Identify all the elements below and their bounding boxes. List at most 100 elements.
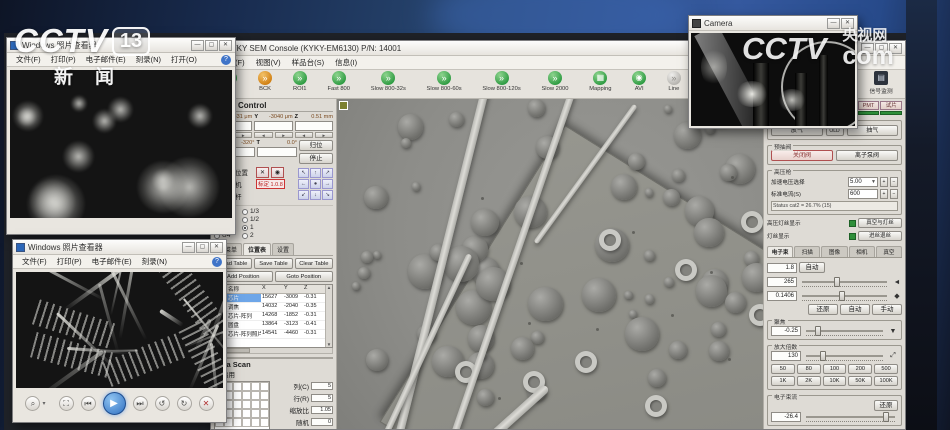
viewer-bottom-close[interactable]: ✕ [210,242,223,253]
fit-to-window-icon[interactable]: ⛶ [59,396,74,411]
magnification-preset-button[interactable]: 1K [771,376,795,386]
viewer-menu-item[interactable]: 刻录(N) [137,255,172,268]
jog-y-right-button[interactable]: ► [275,132,293,138]
viewer-menu-item[interactable]: 打印(P) [52,255,87,268]
viewer-menu-item[interactable]: 文件(F) [17,255,52,268]
viewer-bottom-maximize[interactable]: ▢ [196,242,209,253]
speed-radio[interactable]: 1/3 [242,208,259,215]
toolbar-button[interactable]: ROI1 [282,71,317,92]
close-valve-button[interactable]: 关闭阀 [771,150,833,161]
magnification-preset-button[interactable]: 100K [874,376,898,386]
table-button[interactable]: Clear Table [295,258,333,269]
current-plus-button[interactable]: + [880,189,888,199]
dpad-key[interactable]: ↓ [310,190,321,200]
dpad-key[interactable]: ● [310,179,321,189]
toolbar-button[interactable]: 信号监测 [859,71,903,95]
ion-pump-valve-button[interactable]: 离子泵阀 [836,150,898,161]
magnification-preset-button[interactable]: 50K [848,376,872,386]
table-row[interactable]: 004 圆盘 13864 -3123 -0.41 [215,321,332,330]
toolbar-button[interactable]: Slow 2000 [531,71,579,92]
status-tab[interactable]: PMT [858,101,880,115]
magnification-preset-button[interactable]: 50 [771,364,795,374]
table-row[interactable]: 005 芯片-阵列照片 14541 -4460 -0.31 [215,330,332,339]
speed-radio[interactable]: 1 [242,224,259,231]
stage-tab[interactable]: 设置 [272,243,294,255]
toolbar-button[interactable]: Slow 800-60s [416,71,472,92]
jog-y-left-button[interactable]: ◄ [254,132,272,138]
brightness-slider[interactable] [802,295,887,297]
beam-action-button[interactable]: 还原 [808,304,838,315]
table-horizontal-scrollbar[interactable] [214,348,333,354]
dpad-key[interactable]: → [322,179,333,189]
jog-z-left-button[interactable]: ◄ [295,132,313,138]
toolbar-button[interactable]: Slow 800-120s [472,71,531,92]
magnification-value-input[interactable]: 130 [771,351,801,361]
table-row[interactable]: 001 芯片 15627 -3009 -0.31 [215,294,332,303]
delete-icon[interactable]: ✕ [199,396,214,411]
magnification-preset-button[interactable]: 100 [823,364,847,374]
axis-y-input[interactable] [254,121,292,131]
table-button[interactable]: Save Table [254,258,292,269]
magnification-preset-button[interactable]: 200 [848,364,872,374]
current-minus-button[interactable]: − [890,189,898,199]
vacuum-filament-button[interactable]: 真空与灯丝 [858,218,902,228]
stage-tab[interactable]: 位置表 [243,243,271,255]
jog-x-right-button[interactable]: ► [234,132,252,138]
beam-current-input[interactable]: -26.4 [771,412,801,422]
toolbar-button[interactable]: Fast 800 [317,71,360,92]
jog-z-right-button[interactable]: ► [315,132,333,138]
magnification-preset-button[interactable]: 10K [823,376,847,386]
next-icon[interactable]: ⏭ [133,396,148,411]
menu-item[interactable]: 信息(I) [330,56,362,69]
table-row[interactable]: 002 调焦 14032 -2040 -0.35 [215,303,332,312]
home-button[interactable]: 归位 [299,140,333,151]
viewer-top-maximize[interactable]: ▢ [205,40,218,51]
beam-tab[interactable]: 电子束 [767,246,793,257]
slideshow-icon[interactable]: ▶ [103,392,126,415]
current-reset-button[interactable]: 还原 [874,400,898,411]
magnification-slider[interactable] [806,355,883,357]
stage-cancel-button[interactable]: ✕ [256,167,269,178]
beam-action-button[interactable]: 手动 [872,304,902,315]
toolbar-button[interactable]: BCK [248,71,283,92]
toolbar-button[interactable]: AVI [622,71,657,92]
voltage-plus-button[interactable]: + [880,177,888,187]
dpad-key[interactable]: ↑ [310,168,321,178]
brightness-value-input[interactable]: 0.1406 [767,291,797,301]
focus-value-input[interactable]: -0.25 [771,326,801,336]
status-tab[interactable]: 试片 [880,101,902,115]
table-row[interactable]: 003 芯片-阵列 14268 -1852 -0.31 [215,312,332,321]
stage-goto-button[interactable]: ◉ [271,167,284,178]
dpad-key[interactable]: ↙ [298,190,309,200]
beam-tab[interactable]: 扫描 [794,246,820,257]
toolbar-button[interactable]: Line [657,71,692,92]
cols-input[interactable]: 5 [311,382,333,390]
viewer-bottom-titlebar[interactable]: Windows 照片查看器 — ▢ ✕ [13,240,226,255]
beam-current-slider[interactable] [806,416,895,418]
dpad-key[interactable]: ← [298,179,309,189]
speed-radio[interactable]: 1/2 [242,216,259,223]
rotate-right-icon[interactable]: ↻ [177,396,192,411]
stop-button[interactable]: 停止 [299,153,333,164]
focus-slider[interactable] [806,330,883,332]
speed-radio[interactable]: 2 [242,232,259,239]
beam-tab[interactable]: 真空 [876,246,902,257]
standard-current-input[interactable]: 600 [848,189,878,199]
tilt-input[interactable] [257,147,298,157]
toolbar-button[interactable]: Mapping [579,71,622,92]
accel-voltage-select[interactable]: 5.00▼ [848,177,878,187]
dpad-key[interactable]: ↗ [322,168,333,178]
menu-item[interactable]: 视图(V) [251,56,286,69]
camera-minimize-button[interactable]: — [827,18,840,29]
magnification-preset-button[interactable]: 80 [797,364,821,374]
beam-tab[interactable]: 相机 [849,246,875,257]
contrast-slider[interactable] [802,281,887,283]
dpad-key[interactable]: ↘ [322,190,333,200]
voltage-minus-button[interactable]: − [890,177,898,187]
viewer-menu-item[interactable]: 电子邮件(E) [87,255,137,268]
rows-input[interactable]: 5 [311,394,333,402]
magnification-preset-button[interactable]: 500 [874,364,898,374]
contrast-value-input[interactable]: 265 [767,277,797,287]
axis-z-input[interactable] [295,121,333,131]
random-input[interactable]: 0 [311,418,333,426]
